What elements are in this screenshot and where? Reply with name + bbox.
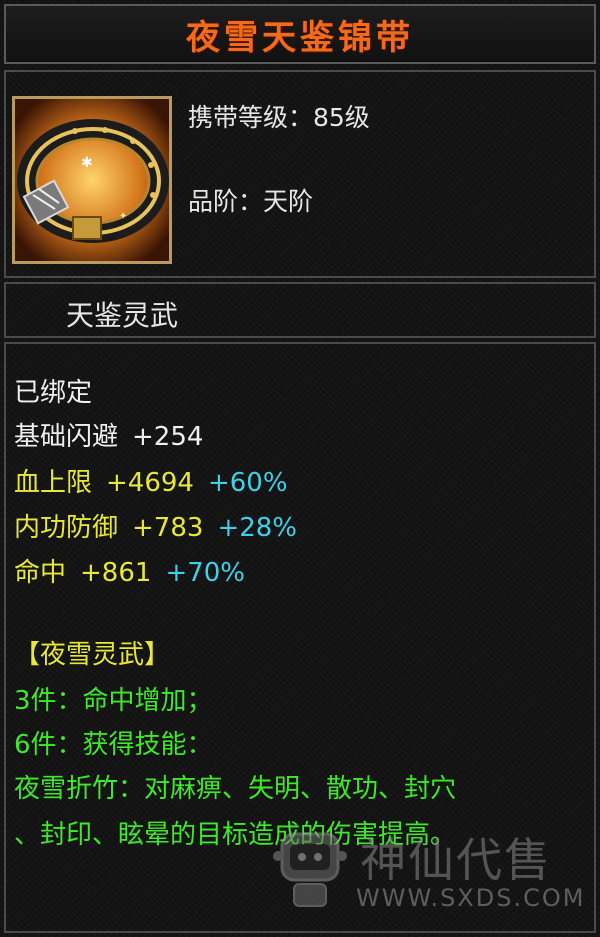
stat-row: 基础闪避 +254	[14, 416, 203, 453]
item-header: ✱ ✦ 携带等级：85级 品阶：天阶	[4, 70, 596, 278]
carry-level: 携带等级：85级	[188, 103, 370, 132]
stat-value: +4694	[106, 468, 194, 498]
stat-row: 内功防御 +783 +28%	[14, 507, 297, 544]
stat-pct: +60%	[207, 468, 288, 498]
belt-icon-art: ✱ ✦	[15, 99, 169, 261]
stat-pct: +70%	[165, 558, 246, 588]
watermark-url: WWW.SXDS.COM	[356, 884, 586, 912]
stat-name: 血上限	[14, 468, 93, 498]
stat-value: +254	[132, 422, 204, 452]
stat-row: 命中 +861 +70%	[14, 552, 245, 589]
item-grade: 品阶：天阶	[188, 187, 314, 216]
golden-belt-icon[interactable]: ✱ ✦	[12, 96, 172, 264]
robot-mascot-icon	[273, 832, 347, 907]
set-name-bar: 天鉴灵武	[4, 282, 596, 338]
stat-value: +783	[132, 513, 204, 543]
watermark-logo-text: 神仙代售	[360, 833, 552, 887]
svg-text:✦: ✦	[119, 211, 127, 222]
stat-name: 基础闪避	[14, 422, 119, 452]
stat-name: 命中	[14, 558, 67, 588]
item-tooltip: 夜雪天鉴锦带 ✱ ✦ 携带等级：85级 品阶：天阶 天鉴灵武 已绑定 基础闪避 …	[0, 0, 600, 937]
svg-text:✱: ✱	[81, 155, 93, 171]
bound-status: 已绑定	[14, 378, 93, 408]
set-name: 天鉴灵武	[66, 299, 179, 332]
stat-name: 内功防御	[14, 513, 119, 543]
title-bar: 夜雪天鉴锦带	[4, 4, 596, 64]
stat-value: +861	[80, 558, 152, 588]
stat-row: 血上限 +4694 +60%	[14, 462, 288, 499]
set-bonus-6pc: 6件：获得技能：	[14, 730, 213, 760]
set-bonus-title: 【夜雪灵武】	[14, 640, 171, 670]
set-bonus-3pc: 3件：命中增加；	[14, 686, 213, 716]
stat-pct: +28%	[217, 513, 298, 543]
skill-desc-line1: 夜雪折竹：对麻痹、失明、散功、封穴	[14, 774, 457, 804]
item-name: 夜雪天鉴锦带	[186, 17, 414, 58]
watermark: 神仙代售 WWW.SXDS.COM	[270, 822, 590, 922]
